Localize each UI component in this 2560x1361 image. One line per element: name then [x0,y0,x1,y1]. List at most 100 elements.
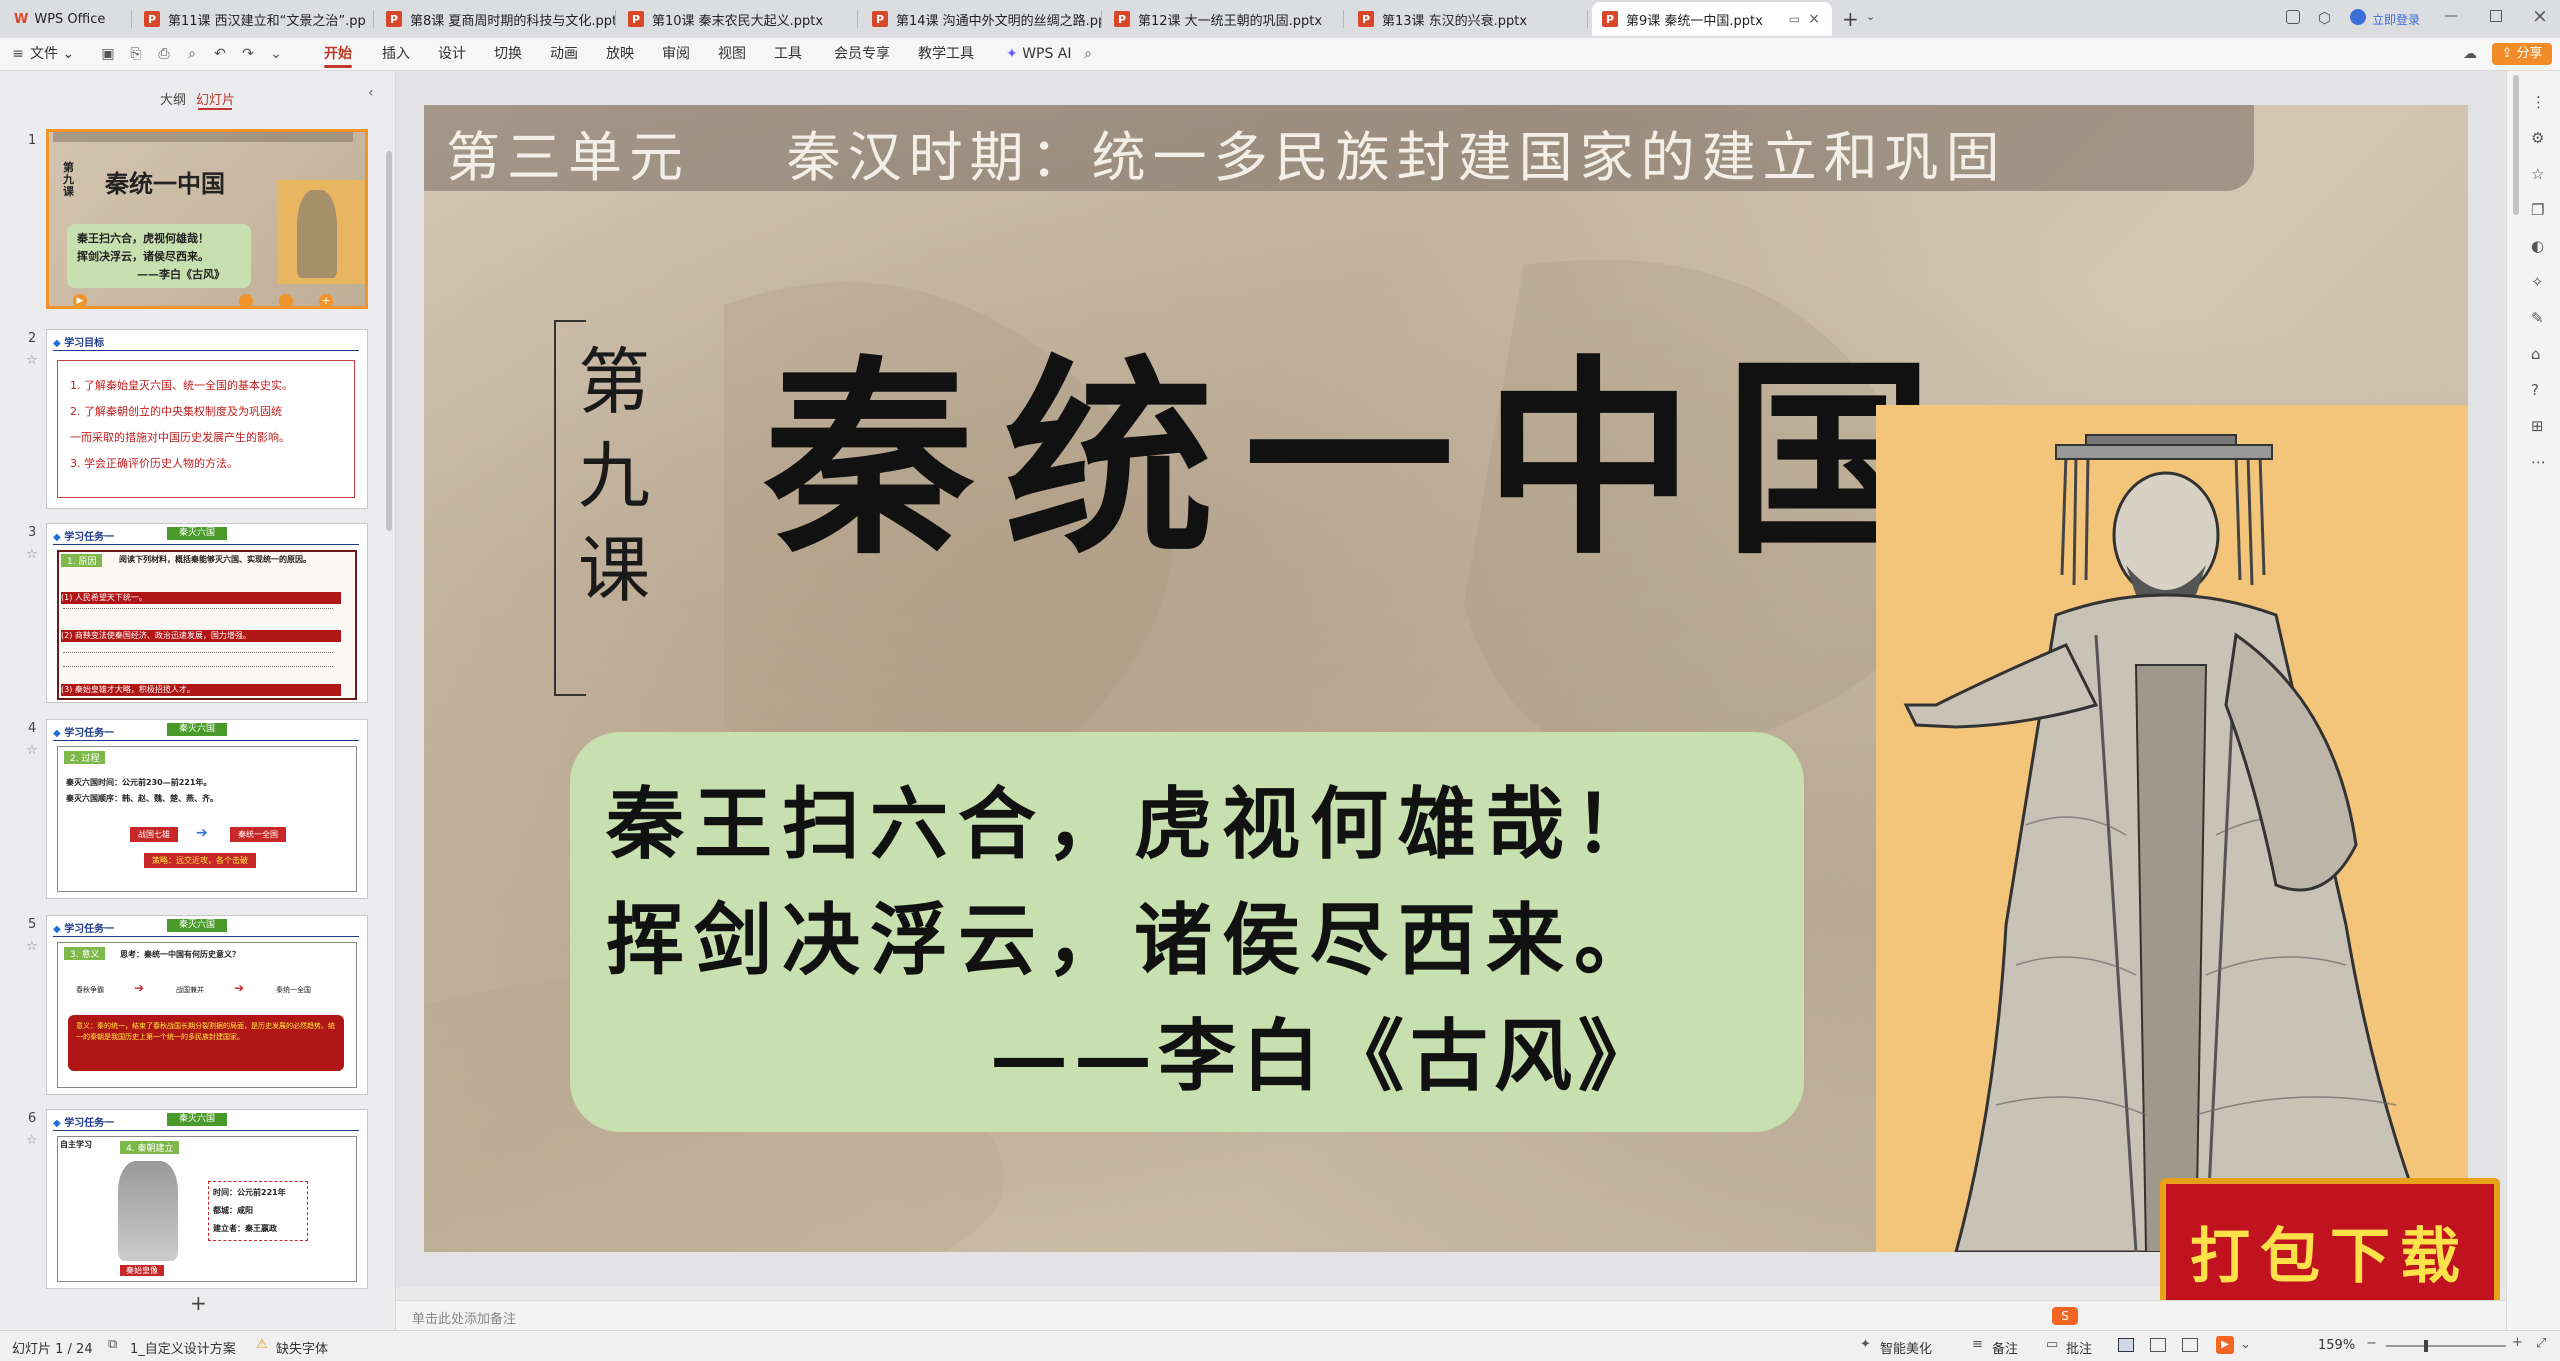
menu-slideshow[interactable]: 放映 [606,38,634,70]
window-restore-icon[interactable] [2286,10,2300,24]
slide-thumb-6[interactable]: ◆ 学习任务一 秦灭六国 自主学习 4. 秦朝建立 秦始皇像 时间：公元前221… [46,1109,368,1289]
share-button[interactable]: ⇪ 分享 [2492,43,2552,65]
tab-outline[interactable]: 大纲 [160,89,186,108]
slide-thumb-5[interactable]: ◆ 学习任务一 秦灭六国 3. 意义 思考：秦统一中国有何历史意义？ 春秋争霸 … [46,915,368,1095]
tab-lesson-12[interactable]: P 第12课 大一统王朝的巩固.pptx [1104,2,1344,36]
cloud-sync-icon[interactable]: ☁ [2462,46,2478,62]
menu-transition[interactable]: 切换 [494,38,522,70]
save-icon[interactable]: ▣ [100,46,116,62]
avatar-icon[interactable] [2350,9,2366,25]
download-badge[interactable]: 打包下载 [2160,1178,2500,1318]
slideshow-play-icon[interactable]: ▶ [2216,1336,2234,1354]
chevron-down-icon[interactable]: ⌄ [2240,1337,2251,1352]
monitor-icon[interactable]: ▭ [1789,12,1800,26]
normal-view-icon[interactable] [2118,1338,2134,1352]
close-tab-icon[interactable]: × [1808,11,1820,27]
slide[interactable]: 第三单元 秦汉时期：统一多民族封建国家的建立和巩固 第九课 秦统一中国 秦王扫六… [424,105,2468,1252]
help-icon[interactable]: ? [2531,381,2539,399]
zoom-slider[interactable] [2386,1345,2506,1347]
layout-icon[interactable]: ⊞ [2531,417,2544,435]
notes-toggle[interactable]: 备注 [1992,1338,2018,1357]
search-icon[interactable]: ⌕ [1080,46,1096,62]
maximize-icon[interactable] [2490,10,2502,22]
tab-lesson-9-active[interactable]: P 第9课 秦统一中国.pptx ▭ × [1592,2,1832,36]
minimize-icon[interactable]: — [2444,8,2458,24]
close-window-icon[interactable]: × [2532,5,2548,27]
thumb-tool-icon[interactable] [279,294,293,306]
menu-tools[interactable]: 工具 [774,38,802,70]
share-label: 分享 [2516,46,2543,61]
menu-review[interactable]: 审阅 [662,38,690,70]
thumb-box: 秦统一全国 [230,827,286,842]
menu-view[interactable]: 视图 [718,38,746,70]
slide-thumb-2[interactable]: ◆ 学习目标 1. 了解秦始皇灭六国、统一全国的基本史实。 2. 了解秦朝创立的… [46,329,368,509]
ime-icon[interactable]: S [2052,1307,2078,1325]
star-icon[interactable]: ☆ [26,353,38,368]
tab-wps-home[interactable]: W WPS Office [4,2,132,36]
menu-member[interactable]: 会员专享 [834,38,890,70]
zoom-level[interactable]: 159% [2318,1338,2355,1353]
pen-icon[interactable]: ✎ [2531,309,2544,327]
favorite-icon[interactable]: ☆ [2531,165,2544,183]
tab-lesson-13[interactable]: P 第13课 东汉的兴衰.pptx [1348,2,1588,36]
tab-slides[interactable]: 幻灯片 [196,89,235,108]
theme-icon[interactable]: ◐ [2531,237,2544,255]
properties-icon[interactable]: ⚙ [2531,129,2544,147]
hamburger-icon[interactable]: ≡ [10,46,26,62]
theme-name[interactable]: 1_自定义设计方案 [130,1338,236,1357]
more-chevron-icon[interactable]: ⌄ [268,46,284,62]
slide-thumb-4[interactable]: ◆ 学习任务一 秦灭六国 2. 过程 秦灭六国时间：公元前230—前221年。 … [46,719,368,899]
menu-insert[interactable]: 插入 [382,38,410,70]
settings-icon[interactable]: ⋮ [2531,93,2546,111]
fit-window-icon[interactable]: ⤢ [2536,1336,2546,1351]
animation-icon[interactable]: ✧ [2531,273,2544,291]
add-slide-button[interactable]: + [190,1291,207,1315]
undo-icon[interactable]: ↶ [212,46,228,62]
canvas-scrollbar[interactable] [2513,75,2519,215]
smart-beautify-button[interactable]: 智能美化 [1880,1338,1932,1357]
copy-icon[interactable]: ❐ [2531,201,2544,219]
zoom-out-icon[interactable]: − [2366,1336,2377,1351]
zoom-slider-handle[interactable] [2424,1340,2428,1352]
comment-toggle[interactable]: 批注 [2066,1338,2092,1357]
menu-teaching-tools[interactable]: 教学工具 [918,38,974,70]
login-link[interactable]: 立即登录 [2372,11,2420,28]
tab-lesson-14[interactable]: P 第14课 沟通中外文明的丝绸之路.pp [862,2,1102,36]
collapse-panel-icon[interactable]: ‹ [368,85,374,101]
star-icon[interactable]: ☆ [26,547,38,562]
menu-file[interactable]: 文件 ⌄ [30,38,74,70]
export-icon[interactable]: ⎘ [128,46,144,62]
play-icon[interactable]: ▶ [73,294,87,306]
missing-font-link[interactable]: 缺失字体 [276,1338,328,1357]
thumb-number: 3 [28,525,37,540]
add-icon[interactable]: + [319,294,333,306]
notes-pane[interactable]: 单击此处添加备注 S [396,1300,2506,1331]
tab-list-chevron-icon[interactable]: ⌄ [1866,10,1875,23]
slide-thumb-1[interactable]: 第九课 秦统一中国 秦王扫六合，虎视何雄哉！ 挥剑决浮云，诸侯尽西来。 ——李白… [46,129,368,309]
tab-lesson-8[interactable]: P 第8课 夏商周时期的科技与文化.pptx [376,2,616,36]
cube-icon[interactable]: ⬡ [2318,9,2331,27]
menu-wps-ai[interactable]: ✦ WPS AI [1006,38,1072,70]
tab-label: 第13课 东汉的兴衰.pptx [1382,13,1528,29]
more-icon[interactable]: ⋯ [2531,453,2546,471]
thumb-tool-icon[interactable] [239,294,253,306]
lock-icon[interactable]: ⌂ [2531,345,2541,363]
panel-scrollbar[interactable] [386,151,392,531]
slide-thumb-3[interactable]: ◆ 学习任务一 秦灭六国 1. 原因 阅读下列材料，概括秦能够灭六国、实现统一的… [46,523,368,703]
tab-lesson-11[interactable]: P 第11课 西汉建立和“文景之治”.pp [134,2,374,36]
print-icon[interactable]: ⎙ [156,46,172,62]
star-icon[interactable]: ☆ [26,1133,38,1148]
menu-design[interactable]: 设计 [438,38,466,70]
menu-animation[interactable]: 动画 [550,38,578,70]
star-icon[interactable]: ☆ [26,939,38,954]
new-tab-button[interactable]: + [1842,7,1859,31]
preview-icon[interactable]: ⌕ [184,46,200,62]
sorter-view-icon[interactable] [2150,1338,2166,1352]
tab-lesson-10[interactable]: P 第10课 秦末农民大起义.pptx [618,2,858,36]
reading-view-icon[interactable] [2182,1338,2198,1352]
slide-counter: 幻灯片 1 / 24 [12,1342,93,1357]
star-icon[interactable]: ☆ [26,743,38,758]
zoom-in-icon[interactable]: + [2512,1335,2523,1350]
menu-home[interactable]: 开始 [324,38,352,70]
redo-icon[interactable]: ↷ [240,46,256,62]
